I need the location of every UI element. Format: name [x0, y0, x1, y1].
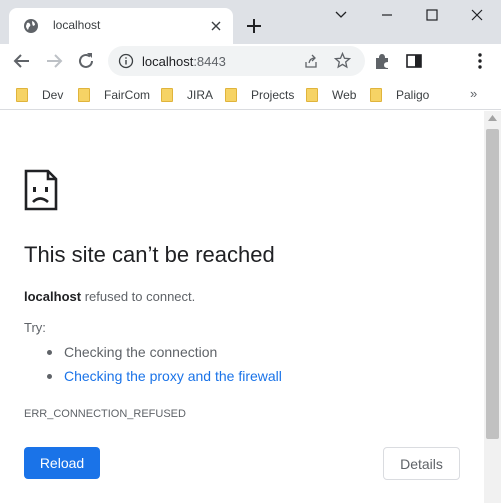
- suggestion-check-connection: Checking the connection: [64, 344, 218, 360]
- details-button[interactable]: Details: [383, 447, 460, 480]
- tab-title: localhost: [53, 18, 101, 32]
- toolbar: localhost:8443: [0, 44, 501, 78]
- folder-icon: [306, 88, 318, 102]
- bookmark-folder-projects[interactable]: Projects: [225, 86, 294, 104]
- menu-kebab-icon[interactable]: [468, 49, 492, 73]
- error-description: localhost refused to connect.: [24, 289, 196, 304]
- globe-icon: [24, 19, 38, 33]
- extensions-puzzle-icon[interactable]: [370, 49, 394, 73]
- folder-icon: [370, 88, 382, 102]
- bookmarks-bar: Dev FairCom JIRA Projects Web Paligo »: [0, 78, 501, 110]
- error-host: localhost: [24, 289, 82, 304]
- bookmark-label: Web: [332, 88, 357, 102]
- address-bar[interactable]: localhost:8443: [108, 46, 365, 76]
- share-icon[interactable]: [303, 53, 319, 69]
- bookmark-folder-dev[interactable]: Dev: [16, 86, 63, 104]
- tab-localhost[interactable]: localhost: [9, 8, 233, 44]
- tab-search-chevron-icon[interactable]: [327, 4, 355, 26]
- close-window-icon[interactable]: [463, 4, 491, 26]
- page-title: This site can’t be reached: [24, 242, 275, 267]
- tab-strip: localhost: [0, 0, 501, 44]
- bookmark-folder-faircom[interactable]: FairCom: [78, 86, 150, 104]
- scroll-up-arrow-icon[interactable]: [488, 115, 497, 121]
- folder-icon: [225, 88, 237, 102]
- sad-page-icon: [24, 169, 58, 211]
- error-page: This site can’t be reached localhost ref…: [0, 111, 484, 503]
- scrollbar-thumb[interactable]: [486, 129, 499, 439]
- url-text: localhost:8443: [142, 54, 226, 69]
- bookmark-folder-paligo[interactable]: Paligo: [370, 86, 429, 104]
- suggestion-proxy-firewall-link[interactable]: Checking the proxy and the firewall: [64, 368, 282, 384]
- site-info-icon[interactable]: [118, 53, 134, 69]
- vertical-scrollbar[interactable]: [484, 111, 501, 503]
- bookmark-label: Dev: [42, 88, 64, 102]
- forward-arrow-icon[interactable]: [42, 49, 66, 73]
- close-tab-icon[interactable]: [208, 18, 224, 34]
- bookmark-star-icon[interactable]: [334, 52, 351, 69]
- bookmark-label: JIRA: [187, 88, 214, 102]
- more-bookmarks-chevron[interactable]: »: [470, 86, 477, 101]
- maximize-icon[interactable]: [418, 4, 446, 26]
- try-label: Try:: [24, 320, 46, 335]
- folder-icon: [161, 88, 173, 102]
- bookmark-folder-web[interactable]: Web: [306, 86, 356, 104]
- bookmark-label: FairCom: [104, 88, 151, 102]
- folder-icon: [16, 88, 28, 102]
- minimize-icon[interactable]: [373, 4, 401, 26]
- error-code: ERR_CONNECTION_REFUSED: [24, 408, 186, 420]
- folder-icon: [78, 88, 90, 102]
- reload-button[interactable]: Reload: [24, 447, 100, 479]
- new-tab-icon[interactable]: [244, 16, 264, 36]
- bookmark-label: Projects: [251, 88, 295, 102]
- bookmark-folder-jira[interactable]: JIRA: [161, 86, 213, 104]
- bookmark-label: Paligo: [396, 88, 430, 102]
- bullet-dot: [47, 374, 52, 379]
- back-arrow-icon[interactable]: [10, 49, 34, 73]
- reload-icon[interactable]: [74, 49, 98, 73]
- side-panel-icon[interactable]: [402, 49, 426, 73]
- bullet-dot: [47, 350, 52, 355]
